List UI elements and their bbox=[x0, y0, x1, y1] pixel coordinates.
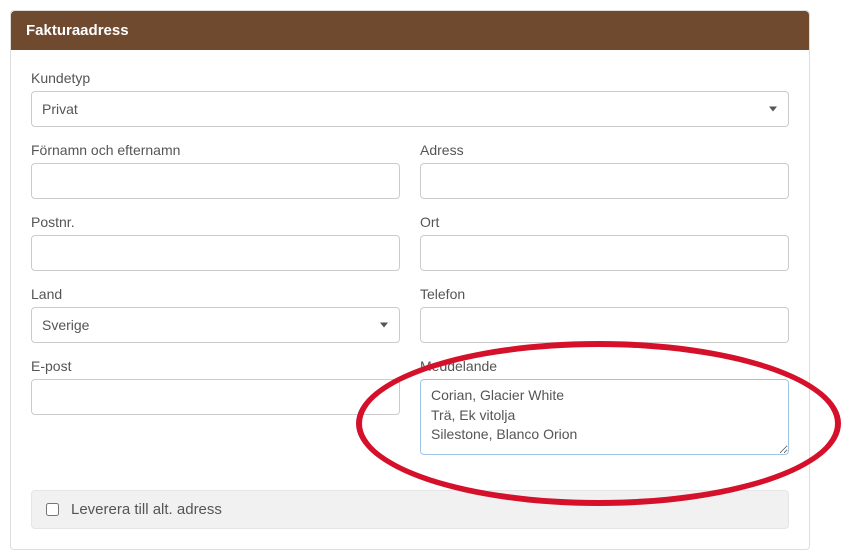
telefon-field: Telefon bbox=[420, 286, 789, 343]
delivery-alt-row: Leverera till alt. adress bbox=[31, 490, 789, 529]
land-label: Land bbox=[31, 286, 400, 302]
land-select[interactable]: Sverige bbox=[31, 307, 400, 343]
adress-label: Adress bbox=[420, 142, 789, 158]
adress-input[interactable] bbox=[420, 163, 789, 199]
postnr-field: Postnr. bbox=[31, 214, 400, 271]
telefon-input[interactable] bbox=[420, 307, 789, 343]
fornamn-field: Förnamn och efternamn bbox=[31, 142, 400, 199]
land-field: Land Sverige bbox=[31, 286, 400, 343]
epost-input[interactable] bbox=[31, 379, 400, 415]
postnr-label: Postnr. bbox=[31, 214, 400, 230]
kundetyp-field: Kundetyp Privat bbox=[31, 70, 789, 127]
fornamn-label: Förnamn och efternamn bbox=[31, 142, 400, 158]
ort-field: Ort bbox=[420, 214, 789, 271]
meddelande-textarea[interactable] bbox=[420, 379, 789, 455]
ort-label: Ort bbox=[420, 214, 789, 230]
panel-title: Fakturaadress bbox=[11, 11, 809, 50]
billing-address-panel: Fakturaadress Kundetyp Privat Förnamn oc… bbox=[10, 10, 810, 550]
panel-body: Kundetyp Privat Förnamn och efternamn Ad… bbox=[11, 50, 809, 549]
meddelande-field: Meddelande bbox=[420, 358, 789, 460]
delivery-alt-checkbox[interactable] bbox=[46, 503, 59, 516]
adress-field: Adress bbox=[420, 142, 789, 199]
ort-input[interactable] bbox=[420, 235, 789, 271]
meddelande-label: Meddelande bbox=[420, 358, 789, 374]
postnr-input[interactable] bbox=[31, 235, 400, 271]
kundetyp-select-wrap: Privat bbox=[31, 91, 789, 127]
land-select-wrap: Sverige bbox=[31, 307, 400, 343]
fornamn-input[interactable] bbox=[31, 163, 400, 199]
kundetyp-label: Kundetyp bbox=[31, 70, 789, 86]
epost-field: E-post bbox=[31, 358, 400, 460]
delivery-alt-label: Leverera till alt. adress bbox=[71, 501, 222, 518]
epost-label: E-post bbox=[31, 358, 400, 374]
kundetyp-select[interactable]: Privat bbox=[31, 91, 789, 127]
telefon-label: Telefon bbox=[420, 286, 789, 302]
